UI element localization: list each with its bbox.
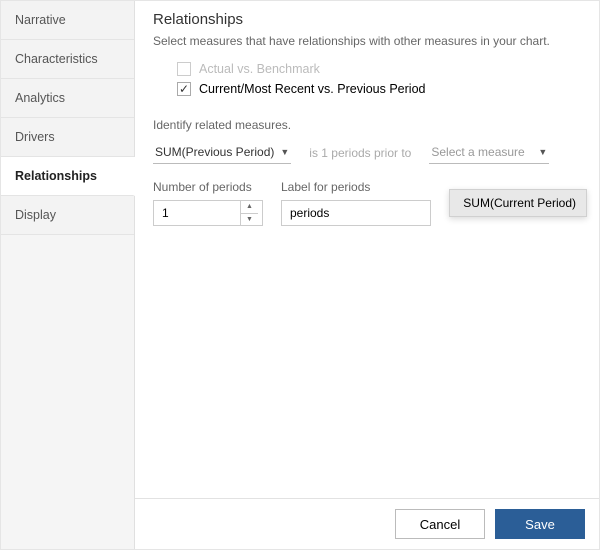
checkbox-icon	[177, 62, 191, 76]
cancel-button[interactable]: Cancel	[395, 509, 485, 539]
save-button[interactable]: Save	[495, 509, 585, 539]
num-periods-input[interactable]	[154, 201, 240, 225]
number-stepper: ▲ ▼	[240, 201, 258, 225]
caret-down-icon: ▼	[538, 147, 547, 157]
sidebar-item-characteristics[interactable]: Characteristics	[1, 40, 134, 79]
dialog-footer: Cancel Save	[135, 498, 599, 549]
sidebar-item-analytics[interactable]: Analytics	[1, 79, 134, 118]
measure-dropdown-popup: SUM(Current Period)	[449, 189, 587, 217]
settings-sidebar: Narrative Characteristics Analytics Driv…	[1, 1, 135, 549]
page-subtitle: Select measures that have relationships …	[153, 34, 581, 48]
left-measure-dropdown[interactable]: SUM(Previous Period) ▼	[153, 142, 291, 164]
checkbox-current-label: Current/Most Recent vs. Previous Period	[199, 82, 425, 96]
right-measure-placeholder: Select a measure	[431, 145, 524, 159]
dropdown-option-current-period[interactable]: SUM(Current Period)	[450, 190, 586, 216]
caret-down-icon: ▼	[280, 147, 289, 157]
checkbox-icon-checked[interactable]: ✓	[177, 82, 191, 96]
number-of-periods-field: Number of periods ▲ ▼	[153, 180, 263, 226]
label-periods-label: Label for periods	[281, 180, 431, 194]
checkbox-actual-benchmark: Actual vs. Benchmark	[177, 62, 581, 76]
stepper-up-icon[interactable]: ▲	[241, 201, 258, 214]
left-measure-value: SUM(Previous Period)	[155, 145, 274, 159]
num-periods-label: Number of periods	[153, 180, 263, 194]
right-measure-dropdown[interactable]: Select a measure ▼	[429, 142, 549, 164]
sidebar-item-drivers[interactable]: Drivers	[1, 118, 134, 157]
sidebar-item-display[interactable]: Display	[1, 196, 134, 235]
page-title: Relationships	[153, 11, 581, 28]
check-icon: ✓	[179, 83, 189, 95]
identify-label: Identify related measures.	[153, 118, 581, 132]
relation-text: is 1 periods prior to	[309, 146, 411, 160]
sidebar-item-relationships[interactable]: Relationships	[1, 157, 135, 196]
label-for-periods-field: Label for periods	[281, 180, 431, 226]
checkbox-current-previous[interactable]: ✓ Current/Most Recent vs. Previous Perio…	[177, 82, 581, 96]
main-panel: Relationships Select measures that have …	[135, 1, 599, 549]
stepper-down-icon[interactable]: ▼	[241, 214, 258, 226]
label-periods-input[interactable]	[281, 200, 431, 226]
checkbox-actual-label: Actual vs. Benchmark	[199, 62, 320, 76]
sidebar-item-narrative[interactable]: Narrative	[1, 1, 134, 40]
